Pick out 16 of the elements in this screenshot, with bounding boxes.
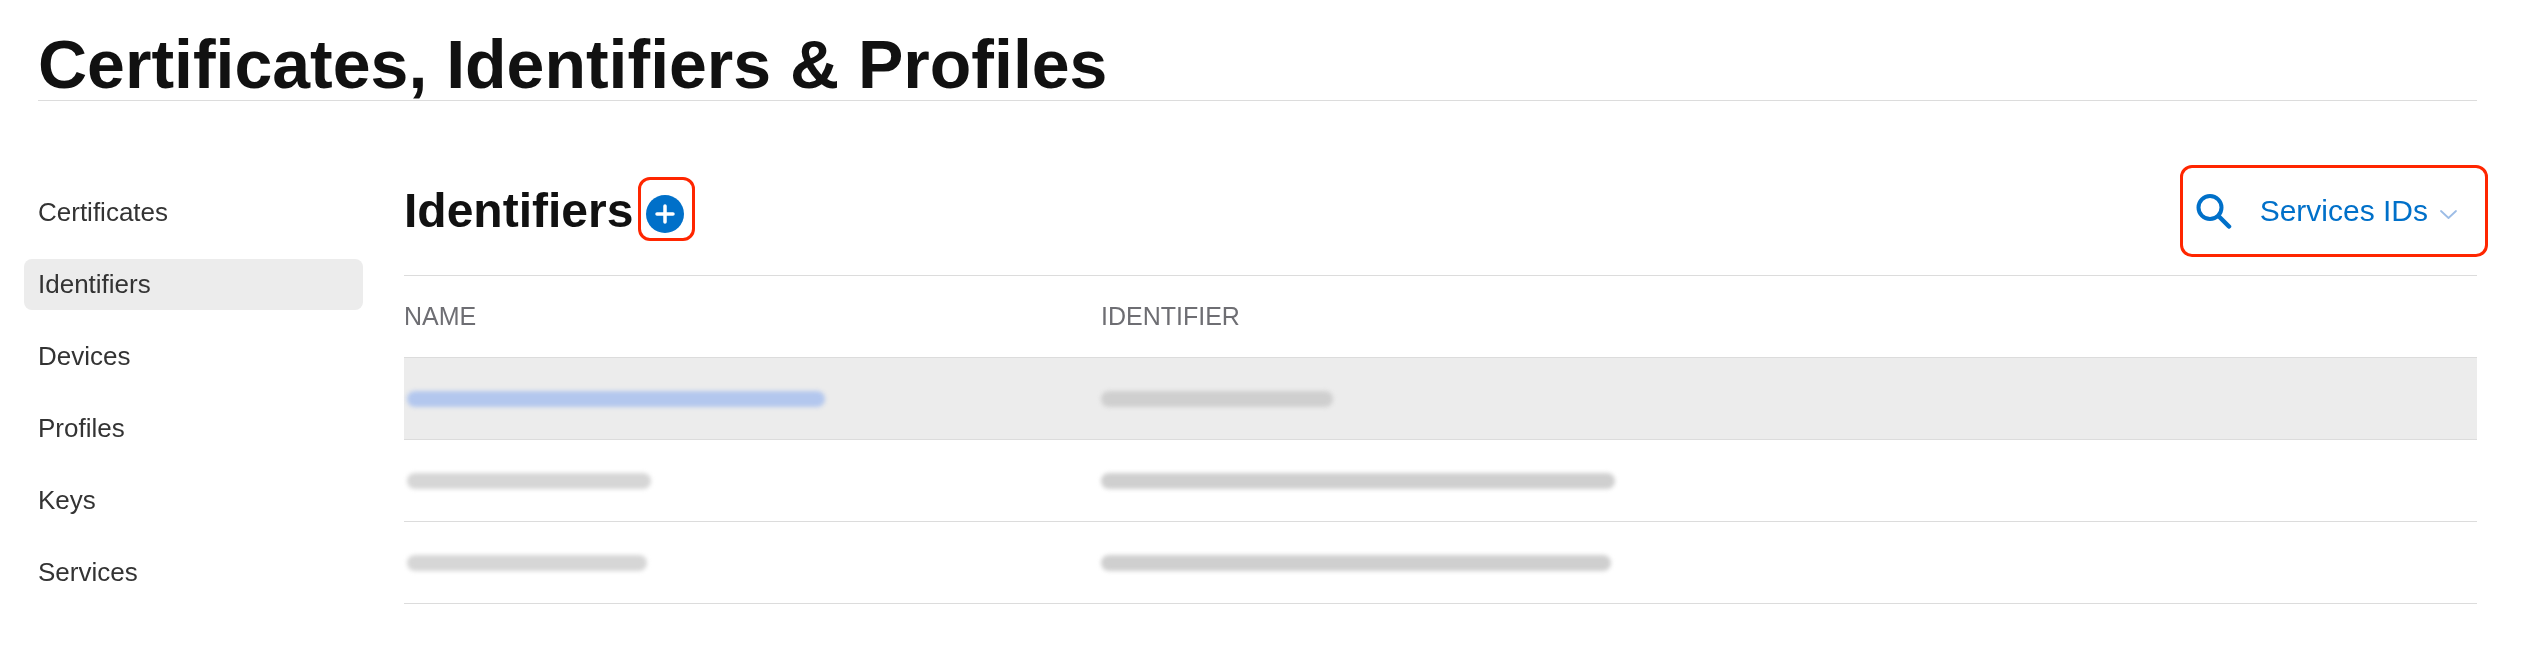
chevron-down-icon [2440,209,2457,219]
table-row[interactable] [404,358,2477,440]
column-header: IDENTIFIER [1101,301,1240,330]
sidebar-item[interactable]: Keys [24,475,363,526]
sidebar-item[interactable]: Services [24,547,363,598]
column-header: NAME [404,301,477,330]
page-title: Certificates, Identifiers & Profiles [38,30,1109,98]
sidebar-item[interactable]: Identifiers [24,259,363,310]
sidebar-item[interactable]: Profiles [24,403,363,454]
plus-circle-icon [646,195,685,233]
type-dropdown[interactable]: Services IDs [2259,196,2457,226]
sidebar-item[interactable]: Devices [24,331,363,382]
sidebar-item[interactable]: Certificates [24,187,363,238]
add-button[interactable] [646,195,685,233]
section-title: Identifiers [404,187,634,235]
search-icon[interactable] [2194,193,2233,229]
